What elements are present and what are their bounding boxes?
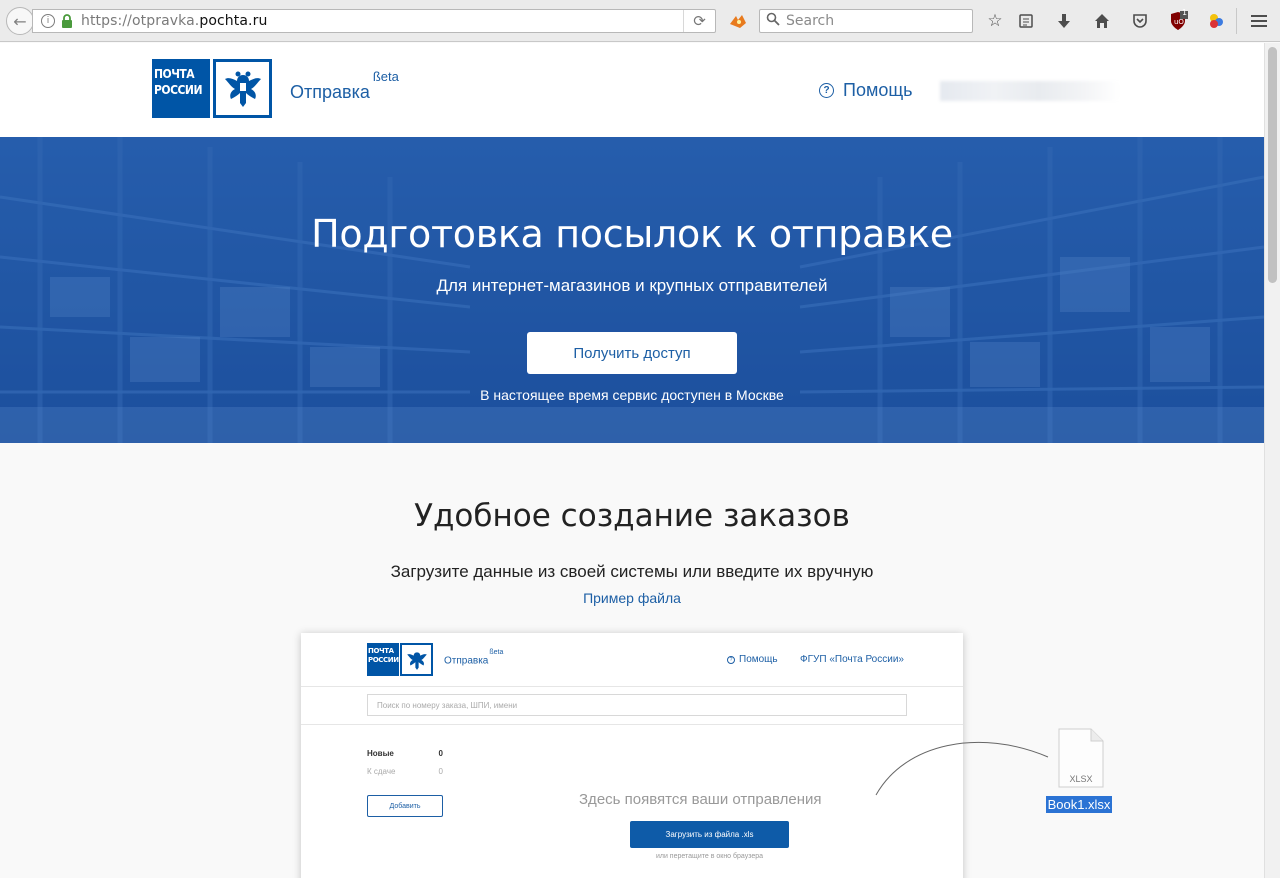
logo-text-block: ПОЧТА РОССИИ bbox=[152, 59, 210, 118]
preview-header: ПОЧТА РОССИИ Отправкаßeta ? Помощь ФГУП «… bbox=[301, 633, 963, 687]
search-bar[interactable]: Search bbox=[759, 9, 973, 33]
url-text[interactable]: https://otpravka.pochta.ru bbox=[81, 13, 267, 29]
hamburger-menu-icon[interactable] bbox=[1249, 11, 1269, 31]
preview-sidebar: Новые 0 К сдаче 0 bbox=[367, 749, 443, 785]
example-file-link-wrap: Пример файла bbox=[0, 590, 1264, 606]
back-button[interactable]: ← bbox=[6, 7, 34, 35]
page-content: ПОЧТА РОССИИ Отправкаßeta ? Помощь Подго… bbox=[0, 43, 1264, 878]
preview-brand: Отправкаßeta bbox=[444, 649, 503, 667]
preview-upload-button: Загрузить из файла .xls bbox=[630, 821, 789, 848]
beta-badge: ßeta bbox=[372, 69, 399, 84]
help-label: Помощь bbox=[843, 80, 913, 100]
color-extension-icon[interactable] bbox=[1206, 11, 1226, 31]
hero-title: Подготовка посылок к отправке bbox=[311, 212, 953, 256]
preview-sidebar-item: К сдаче 0 bbox=[367, 767, 443, 785]
download-icon[interactable] bbox=[1054, 11, 1074, 31]
url-bar[interactable]: i https://otpravka.pochta.ru ⟳ bbox=[32, 9, 716, 33]
preview-sidebar-count: 0 bbox=[438, 749, 443, 758]
preview-help: ? Помощь bbox=[727, 654, 778, 665]
preview-search-input: Поиск по номеру заказа, ШПИ, имени bbox=[367, 694, 907, 716]
preview-eagle-icon bbox=[400, 643, 433, 676]
preview-sidebar-label: Новые bbox=[367, 749, 394, 758]
features-subtitle: Загрузите данные из своей системы или вв… bbox=[390, 562, 874, 581]
preview-empty-state: Здесь появятся ваши отправления bbox=[579, 791, 822, 808]
preview-search-row: Поиск по номеру заказа, ШПИ, имени bbox=[301, 687, 963, 725]
fox-extension-icon[interactable] bbox=[728, 12, 748, 30]
preview-brand-label: Отправка bbox=[444, 655, 489, 667]
search-icon bbox=[766, 12, 780, 30]
reading-list-icon[interactable] bbox=[1016, 11, 1036, 31]
preview-logo: ПОЧТА РОССИИ bbox=[367, 643, 433, 676]
arrow-left-icon: ← bbox=[13, 11, 27, 31]
preview-beta-badge: ßeta bbox=[489, 649, 504, 656]
preview-question-icon: ? bbox=[727, 655, 735, 664]
scrollbar-thumb[interactable] bbox=[1268, 47, 1277, 283]
preview-add-button: Добавить bbox=[367, 795, 443, 817]
file-ext-label: XLSX bbox=[1069, 774, 1092, 784]
reload-icon[interactable]: ⟳ bbox=[683, 10, 715, 32]
toolbar-separator bbox=[1236, 8, 1237, 34]
file-name-label: Book1.xlsx bbox=[1046, 796, 1112, 813]
lock-icon[interactable] bbox=[61, 14, 73, 28]
preview-logo-line-1: ПОЧТА bbox=[368, 647, 394, 655]
help-link[interactable]: ? Помощь bbox=[819, 80, 913, 101]
get-access-button[interactable]: Получить доступ bbox=[527, 332, 737, 374]
browser-toolbar: ← i https://otpravka.pochta.ru ⟳ Search … bbox=[0, 0, 1280, 42]
preview-help-label: Помощь bbox=[739, 654, 778, 665]
preview-drag-hint: или перетащите в окно браузера bbox=[655, 853, 764, 860]
example-file-link[interactable]: Пример файла bbox=[583, 590, 681, 606]
pocket-icon[interactable] bbox=[1130, 11, 1150, 31]
hero-banner: Подготовка посылок к отправке Для интерн… bbox=[0, 137, 1264, 443]
hero-subtitle: Для интернет-магазинов и крупных отправи… bbox=[436, 276, 828, 295]
home-icon[interactable] bbox=[1092, 11, 1112, 31]
bookmark-star-icon[interactable]: ☆ bbox=[985, 11, 1005, 31]
availability-note: В настоящее время сервис доступен в Моск… bbox=[480, 387, 784, 403]
site-header: ПОЧТА РОССИИ Отправкаßeta ? Помощь bbox=[0, 43, 1264, 137]
preview-org-name: ФГУП «Почта России» bbox=[800, 654, 904, 665]
logo-line-1: ПОЧТА bbox=[154, 67, 195, 81]
pochta-logo[interactable]: ПОЧТА РОССИИ bbox=[152, 59, 272, 118]
brand-label: Отправка bbox=[290, 82, 370, 102]
xlsx-file-icon: XLSX bbox=[1057, 728, 1105, 788]
eagle-emblem-icon bbox=[213, 59, 272, 118]
search-placeholder: Search bbox=[786, 13, 835, 29]
drag-arrow-curve bbox=[875, 741, 1049, 796]
svg-text:uO: uO bbox=[1174, 18, 1184, 26]
url-domain: pochta.ru bbox=[199, 13, 268, 29]
user-account-blurred[interactable] bbox=[940, 81, 1120, 101]
info-icon[interactable]: i bbox=[41, 14, 55, 28]
url-prefix: https://otpravka. bbox=[81, 13, 200, 29]
features-title: Удобное создание заказов bbox=[414, 498, 850, 534]
brand-name[interactable]: Отправкаßeta bbox=[290, 69, 399, 103]
preview-sidebar-label: К сдаче bbox=[367, 767, 396, 776]
preview-logo-line-2: РОССИИ bbox=[368, 656, 399, 664]
preview-sidebar-count: 0 bbox=[438, 767, 443, 776]
logo-line-2: РОССИИ bbox=[154, 83, 203, 97]
preview-logo-text: ПОЧТА РОССИИ bbox=[367, 643, 399, 676]
ublock-count-badge: 1 bbox=[1182, 8, 1188, 17]
question-circle-icon: ? bbox=[819, 83, 834, 98]
preview-sidebar-item: Новые 0 bbox=[367, 749, 443, 767]
